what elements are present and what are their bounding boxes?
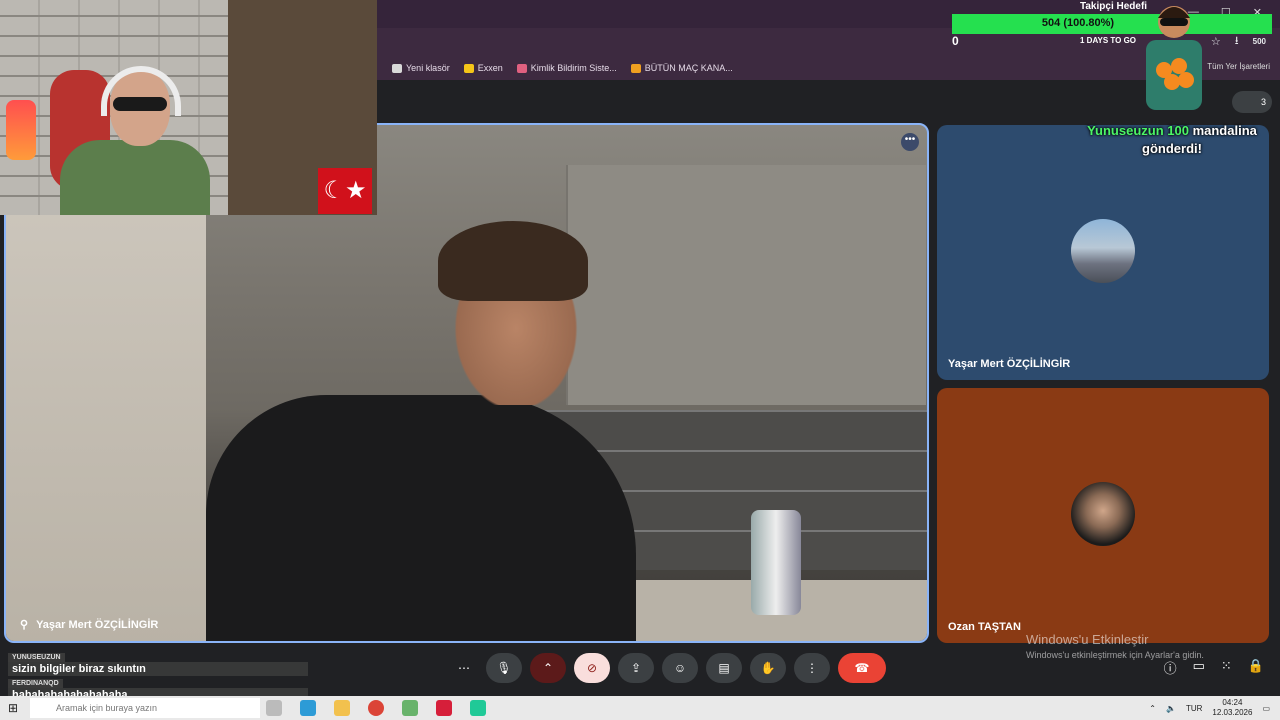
present-screen-button[interactable]: ⇪ — [618, 653, 654, 683]
chat-message: YUNUSEUZUN sizin bilgiler biraz sıkıntın — [8, 650, 314, 676]
link-icon — [516, 63, 527, 73]
chrome-icon[interactable] — [368, 700, 384, 716]
turkish-flag: ☾★ — [318, 168, 372, 214]
camera-off-button[interactable]: ⊘ — [574, 653, 610, 683]
participant-video — [206, 395, 636, 641]
participant-tile[interactable]: Ozan TAŞTAN — [937, 388, 1269, 643]
toolbar-actions: ☆ ⭳ 500 — [1211, 32, 1266, 51]
jp-icon — [630, 63, 641, 73]
screen: — ☐ ✕ 0 1 DAYS TO GO ☆ ⭳ 500 Yeni klasör… — [0, 0, 1280, 720]
avatar — [1071, 482, 1135, 546]
counter-zero: 0 — [952, 34, 959, 48]
lamp — [6, 100, 36, 160]
profile-count: 500 — [1252, 37, 1266, 46]
windows-taskbar: ⊞ Aramak için buraya yazın ⌃ 🔈 TUR 04:24… — [0, 696, 1280, 720]
notification-icon[interactable]: ▭ — [1262, 704, 1270, 713]
windows-activation-watermark: Windows'u Etkinleştir Windows'u etkinleş… — [1026, 632, 1204, 660]
app-icon[interactable] — [470, 700, 486, 716]
audio-options-button[interactable]: ⌃ — [530, 653, 566, 683]
app-icon[interactable] — [402, 700, 418, 716]
exxen-icon — [463, 63, 474, 73]
bookmark-item[interactable]: BÜTÜN MAÇ KANA... — [630, 63, 733, 73]
meeting-side-controls: ⓘ ▭ ⁙ 🔒 — [1164, 658, 1264, 677]
download-icon[interactable]: ⭳ — [1235, 32, 1239, 51]
donation-alert: Yunuseuzun 100 mandalina gönderdi! — [1087, 123, 1257, 156]
participant-tile[interactable]: Yaşar Mert ÖZÇİLİNGİR — [937, 125, 1269, 380]
raise-hand-button[interactable]: ✋ — [750, 653, 786, 683]
participants-button[interactable]: 3 — [1232, 91, 1272, 113]
avatar — [1071, 219, 1135, 283]
end-call-button[interactable]: ☎ — [838, 653, 886, 683]
goal-progress-bar: 504 (100.80%) — [952, 14, 1272, 34]
participant-name: Yaşar Mert ÖZÇİLİNGİR — [948, 358, 1071, 370]
streamer-body — [60, 140, 210, 215]
days-to-go-label: 1 DAYS TO GO — [1080, 36, 1137, 45]
participant-name: Ozan TAŞTAN — [948, 621, 1021, 633]
info-icon[interactable]: ⓘ — [1164, 658, 1177, 677]
edge-icon[interactable] — [300, 700, 316, 716]
streamer-webcam: ☾★ — [0, 0, 377, 215]
pin-icon: ⚲ — [20, 619, 29, 631]
host-controls-icon[interactable]: 🔒 — [1248, 658, 1264, 677]
language-indicator[interactable]: TUR — [1186, 704, 1202, 713]
goal-progress-text: 504 (100.80%) — [1041, 17, 1115, 29]
task-view-icon[interactable] — [266, 700, 282, 716]
mascot-image — [1146, 6, 1202, 110]
volume-icon[interactable]: 🔈 — [1166, 704, 1176, 713]
taskbar-apps — [266, 700, 486, 716]
start-icon[interactable]: ⊞ — [8, 701, 18, 715]
meeting-controls: ⋯ 🎙 ⌃ ⊘ ⇪ ☺ ▤ ✋ ⋮ ☎ — [450, 652, 886, 684]
clock[interactable]: 04:24 12.03.2026 — [1212, 698, 1252, 718]
bookmark-item[interactable]: Kimlik Bildirim Siste... — [516, 63, 617, 73]
all-bookmarks-link[interactable]: Tüm Yer İşaretleri — [1207, 62, 1270, 71]
emoji-button[interactable]: ☺ — [662, 653, 698, 683]
captions-button[interactable]: ▤ — [706, 653, 742, 683]
explorer-icon[interactable] — [334, 700, 350, 716]
more-options-button[interactable]: ⋮ — [794, 653, 830, 683]
participant-video — [438, 221, 588, 301]
chat-icon[interactable]: ▭ — [1193, 658, 1205, 677]
taskbar-search[interactable]: Aramak için buraya yazın — [30, 698, 260, 718]
microphone-button[interactable]: 🎙 — [486, 653, 522, 683]
bookmark-item[interactable]: Yeni klasör — [392, 63, 450, 73]
stream-chat: YUNUSEUZUN sizin bilgiler biraz sıkıntın… — [8, 650, 314, 702]
folder-icon — [392, 63, 402, 73]
chevron-up-icon[interactable]: ⌃ — [1149, 704, 1156, 713]
system-tray: ⌃ 🔈 TUR 04:24 12.03.2026 ▭ — [1149, 698, 1270, 718]
obs-icon[interactable] — [436, 700, 452, 716]
more-options-icon[interactable]: ••• — [901, 133, 919, 151]
main-tile-label: ⚲ Yaşar Mert ÖZÇİLİNGİR — [20, 618, 159, 632]
more-controls-icon[interactable]: ⋯ — [450, 653, 478, 683]
video-background — [751, 510, 801, 615]
bookmark-item[interactable]: Exxen — [463, 63, 503, 73]
video-background — [566, 165, 926, 405]
activities-icon[interactable]: ⁙ — [1221, 658, 1232, 677]
